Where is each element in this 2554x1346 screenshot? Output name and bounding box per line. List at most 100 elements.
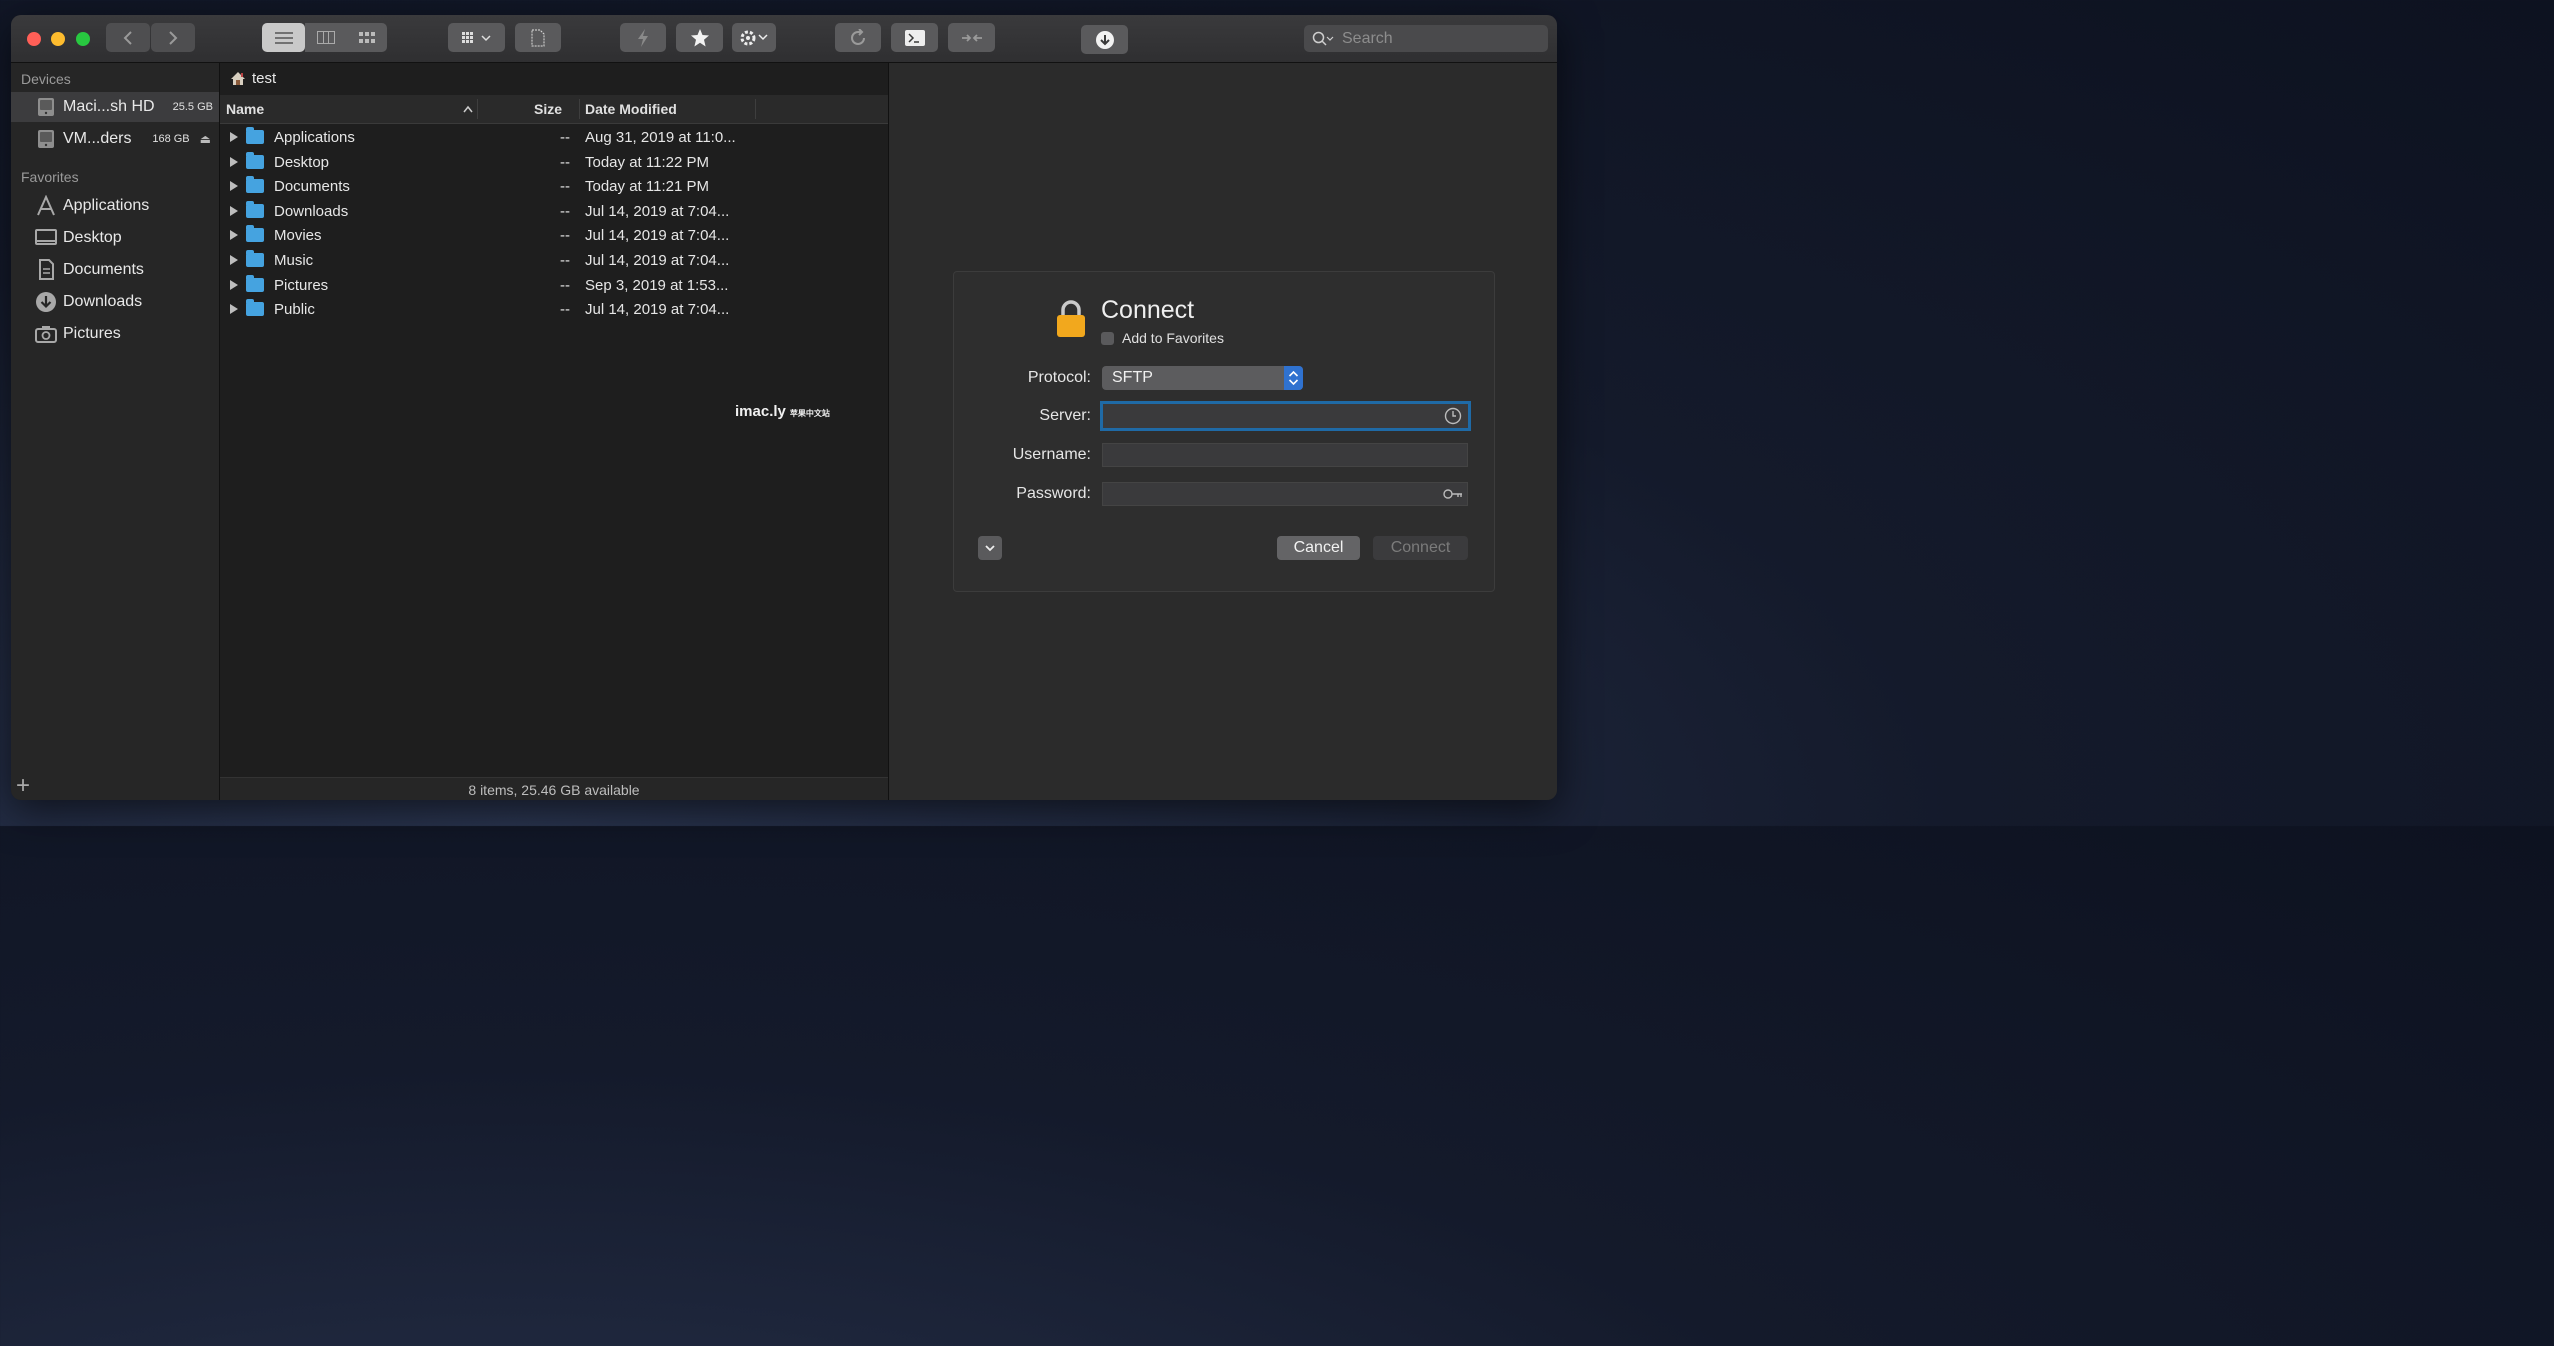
disclosure-triangle-icon[interactable] bbox=[230, 279, 238, 290]
server-field[interactable] bbox=[1100, 401, 1471, 431]
documents-icon bbox=[35, 259, 57, 281]
terminal-icon bbox=[904, 29, 925, 46]
sidebar-item-macintosh-hd[interactable]: Maci...sh HD 25.5 GB bbox=[11, 92, 219, 122]
zoom-window-button[interactable] bbox=[76, 32, 90, 46]
devices-heading: Devices bbox=[21, 71, 71, 87]
file-date: Aug 31, 2019 at 11:0... bbox=[585, 129, 736, 146]
lock-icon bbox=[1057, 300, 1085, 337]
search-icon bbox=[1312, 31, 1334, 46]
key-icon[interactable] bbox=[1443, 488, 1463, 500]
sort-ascending-icon[interactable] bbox=[463, 105, 473, 113]
file-date: Today at 11:22 PM bbox=[585, 153, 709, 171]
file-name: Documents bbox=[274, 178, 350, 196]
minimize-window-button[interactable] bbox=[51, 32, 65, 46]
applications-icon bbox=[35, 195, 57, 217]
eject-icon[interactable]: ⏏ bbox=[200, 132, 211, 146]
disclosure-triangle-icon[interactable] bbox=[230, 255, 238, 265]
disclosure-triangle-icon[interactable] bbox=[230, 205, 238, 216]
sidebar-item-documents[interactable]: Documents bbox=[11, 255, 219, 285]
path-label: test bbox=[252, 70, 277, 87]
search-input[interactable] bbox=[1340, 28, 1534, 49]
protocol-label: Protocol: bbox=[1027, 369, 1091, 386]
username-field[interactable] bbox=[1102, 443, 1468, 468]
sidebar-item-desktop[interactable]: Desktop bbox=[11, 223, 219, 253]
file-date: Jul 14, 2019 at 7:04... bbox=[585, 227, 730, 245]
file-size: -- bbox=[560, 178, 570, 196]
download-button[interactable] bbox=[1081, 25, 1128, 54]
bolt-icon bbox=[638, 28, 648, 47]
close-window-button[interactable] bbox=[27, 32, 41, 46]
select-arrows-icon bbox=[1284, 366, 1303, 390]
pictures-icon bbox=[35, 323, 57, 345]
table-row[interactable]: Public -- Jul 14, 2019 at 7:04... bbox=[220, 298, 888, 322]
column-name-header[interactable]: Name bbox=[226, 101, 264, 117]
sidebar: Devices Maci...sh HD 25.5 GB VM...ders 1… bbox=[11, 63, 220, 800]
password-input[interactable] bbox=[1103, 483, 1439, 507]
view-options-dropdown[interactable] bbox=[448, 23, 505, 52]
favorite-button[interactable] bbox=[676, 23, 723, 52]
table-row[interactable]: Pictures -- Sep 3, 2019 at 1:53... bbox=[220, 274, 888, 298]
file-name: Desktop bbox=[274, 153, 330, 171]
server-input[interactable] bbox=[1103, 404, 1439, 428]
column-size-header[interactable]: Size bbox=[534, 101, 562, 117]
sidebar-item-vm-folders[interactable]: VM...ders 168 GB ⏏ bbox=[11, 124, 219, 154]
username-input[interactable] bbox=[1103, 444, 1439, 468]
list-view-button[interactable] bbox=[262, 23, 305, 52]
terminal-button[interactable] bbox=[891, 23, 938, 52]
file-name: Pictures bbox=[274, 276, 329, 294]
quick-action-button[interactable] bbox=[620, 23, 666, 52]
table-row[interactable]: Movies -- Jul 14, 2019 at 7:04... bbox=[220, 224, 888, 248]
file-size: -- bbox=[560, 276, 570, 294]
connect-button[interactable]: Connect bbox=[1373, 536, 1468, 560]
connect-dialog: Connect Add to Favorites Protocol: SFTP … bbox=[953, 271, 1495, 592]
table-row[interactable]: Music -- Jul 14, 2019 at 7:04... bbox=[220, 249, 888, 273]
favorites-heading: Favorites bbox=[21, 169, 79, 185]
file-size: -- bbox=[560, 252, 570, 269]
column-view-button[interactable] bbox=[305, 23, 346, 52]
sidebar-item-applications[interactable]: Applications bbox=[11, 191, 219, 221]
protocol-value: SFTP bbox=[1112, 369, 1153, 386]
table-row[interactable]: Applications -- Aug 31, 2019 at 11:0... bbox=[220, 126, 888, 150]
refresh-button[interactable] bbox=[835, 23, 881, 52]
password-field[interactable] bbox=[1102, 482, 1468, 507]
add-location-button[interactable]: + bbox=[16, 772, 30, 800]
icon-view-button[interactable] bbox=[346, 23, 387, 52]
sidebar-item-label: Maci...sh HD bbox=[63, 98, 155, 115]
more-options-button[interactable] bbox=[978, 536, 1002, 560]
disclosure-triangle-icon[interactable] bbox=[230, 132, 238, 142]
history-clock-icon[interactable] bbox=[1444, 407, 1462, 425]
protocol-select[interactable]: SFTP bbox=[1102, 366, 1303, 390]
sidebar-item-label: Applications bbox=[63, 197, 150, 214]
disclosure-triangle-icon[interactable] bbox=[230, 156, 238, 167]
add-to-favorites-checkbox[interactable]: Add to Favorites bbox=[1101, 330, 1224, 346]
shrink-icon bbox=[961, 33, 982, 42]
forward-button[interactable] bbox=[151, 23, 195, 52]
disclosure-triangle-icon[interactable] bbox=[230, 181, 238, 192]
folder-icon bbox=[246, 225, 264, 243]
list-view-icon bbox=[274, 31, 293, 44]
table-row[interactable]: Downloads -- Jul 14, 2019 at 7:04... bbox=[220, 200, 888, 224]
breadcrumb[interactable]: test bbox=[230, 70, 276, 87]
disclosure-triangle-icon[interactable] bbox=[230, 304, 238, 315]
sidebar-item-pictures[interactable]: Pictures bbox=[11, 319, 219, 349]
file-date: Sep 3, 2019 at 1:53... bbox=[585, 276, 729, 294]
column-date-header[interactable]: Date Modified bbox=[585, 101, 677, 117]
sidebar-item-label: Downloads bbox=[63, 293, 143, 310]
compare-button[interactable] bbox=[948, 23, 995, 52]
table-row[interactable]: Documents -- Today at 11:21 PM bbox=[220, 175, 888, 199]
folder-icon bbox=[246, 127, 264, 144]
gear-icon bbox=[740, 30, 768, 45]
disclosure-triangle-icon[interactable] bbox=[230, 230, 238, 241]
cancel-button[interactable]: Cancel bbox=[1277, 536, 1360, 560]
table-row[interactable]: Desktop -- Today at 11:22 PM bbox=[220, 151, 888, 175]
file-name: Public bbox=[274, 301, 315, 319]
dialog-title: Connect bbox=[1101, 296, 1195, 324]
home-icon bbox=[231, 72, 245, 85]
search-field[interactable] bbox=[1304, 25, 1548, 52]
back-button[interactable] bbox=[106, 23, 150, 52]
sidebar-item-downloads[interactable]: Downloads bbox=[11, 287, 219, 317]
action-menu-button[interactable] bbox=[732, 23, 776, 52]
new-file-button[interactable] bbox=[515, 23, 561, 52]
back-arrow-icon bbox=[123, 30, 132, 45]
checkbox-box[interactable] bbox=[1101, 331, 1114, 345]
